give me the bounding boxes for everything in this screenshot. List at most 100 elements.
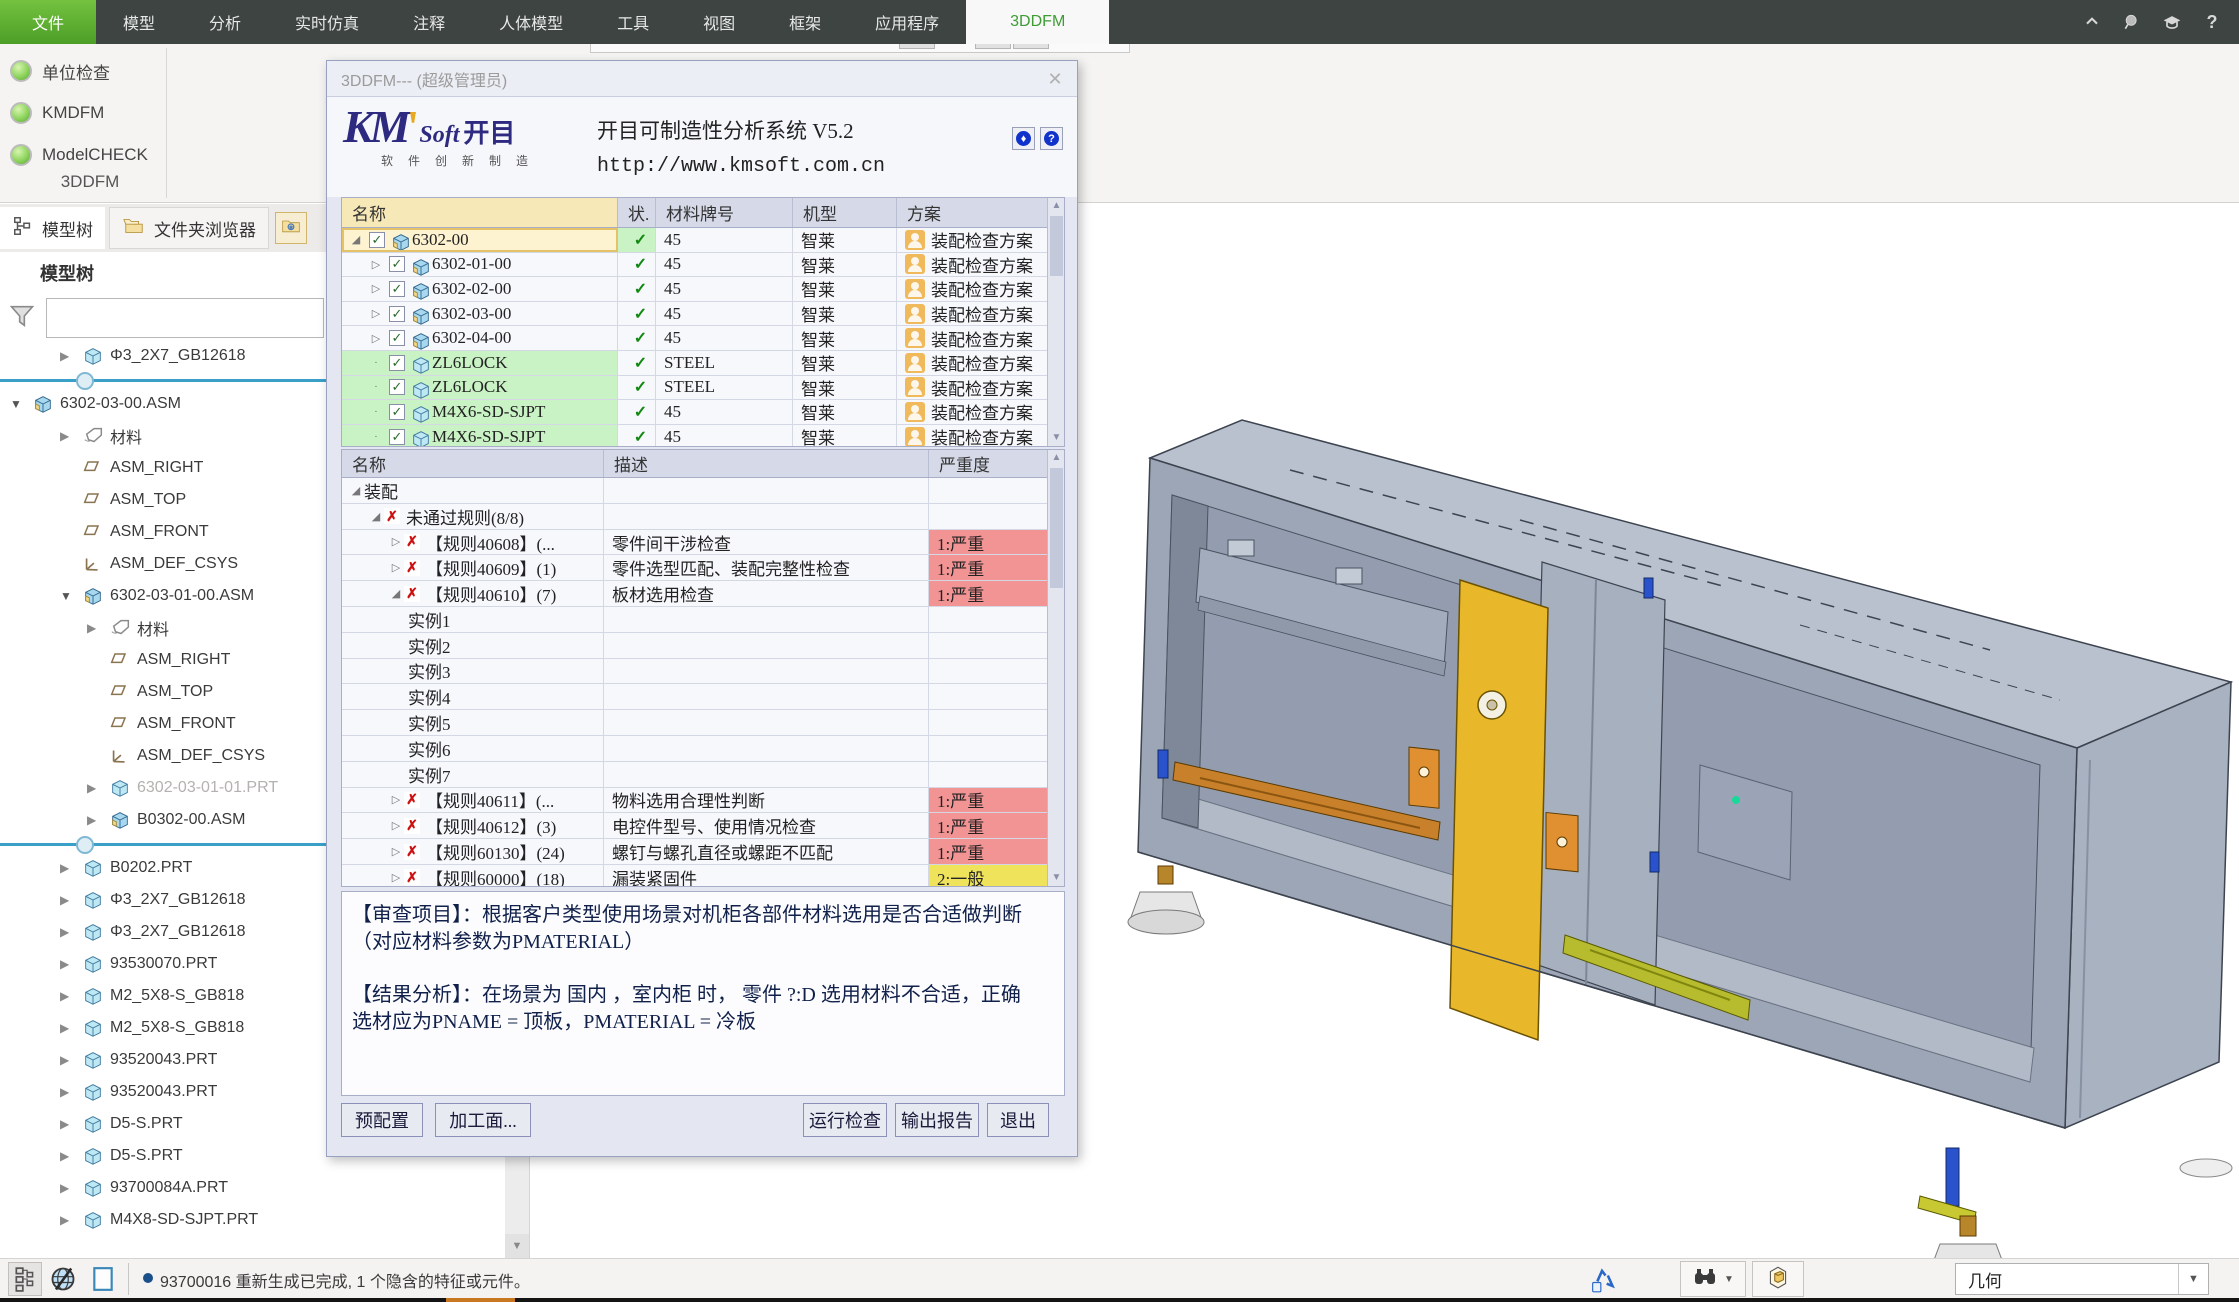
collapse-icon[interactable]: ▼ xyxy=(60,589,72,603)
menu-item-分析[interactable]: 分析 xyxy=(182,0,268,44)
checkbox[interactable]: ✓ xyxy=(389,281,405,297)
scroll-up-icon[interactable]: ▲ xyxy=(1048,450,1065,466)
rules-row-【规则40609】(1)[interactable]: ▷✗【规则40609】(1)零件选型匹配、装配完整性检查1:严重 xyxy=(342,555,1064,581)
expand-icon[interactable]: ▶ xyxy=(60,1117,69,1131)
expand-icon[interactable]: ▶ xyxy=(60,1181,69,1195)
dialog-titlebar[interactable]: 3DDFM--- (超级管理员) ✕ xyxy=(327,61,1077,97)
model-tree-toggle-icon[interactable] xyxy=(8,1262,42,1296)
rules-row-实例7[interactable]: 实例7 xyxy=(342,762,1064,788)
parts-row-6302-03-00[interactable]: ▷✓6302-03-00✓45智莱装配检查方案 xyxy=(342,302,1064,327)
checkbox[interactable]: ✓ xyxy=(369,232,385,248)
menu-item-模型[interactable]: 模型 xyxy=(96,0,182,44)
rules-row-实例1[interactable]: 实例1 xyxy=(342,607,1064,633)
scroll-down-icon[interactable]: ▼ xyxy=(1048,870,1065,886)
expand-icon[interactable]: ▶ xyxy=(87,813,96,827)
leaf-icon[interactable]: · xyxy=(368,381,384,393)
menu-item-文件[interactable]: 文件 xyxy=(0,0,96,44)
parts-col-机型[interactable]: 机型 xyxy=(793,198,897,227)
component-display-button[interactable] xyxy=(1752,1261,1804,1297)
rules-row-【规则40611】(...[interactable]: ▷✗【规则40611】(...物料选用合理性判断1:严重 xyxy=(342,788,1064,814)
close-icon[interactable]: ✕ xyxy=(1043,67,1067,91)
parts-col-名称[interactable]: 名称 xyxy=(342,198,618,227)
expand-icon[interactable]: ▶ xyxy=(60,429,69,443)
parts-row-M4X6-SD-SJPT[interactable]: ·✓M4X6-SD-SJPT✓45智莱装配检查方案 xyxy=(342,425,1064,447)
scroll-down-icon[interactable]: ▼ xyxy=(505,1234,529,1258)
parts-scrollbar[interactable]: ▲▼ xyxy=(1047,198,1064,446)
expand-icon[interactable]: ▶ xyxy=(60,1149,69,1163)
rules-row-实例4[interactable]: 实例4 xyxy=(342,684,1064,710)
rules-row-未通过规则(8/8)[interactable]: ◢✗未通过规则(8/8) xyxy=(342,504,1064,530)
expand-icon[interactable]: ▶ xyxy=(87,781,96,795)
expand-icon[interactable]: ▶ xyxy=(60,989,69,1003)
tab-folder-browser[interactable]: 文件夹浏览器 xyxy=(109,207,269,249)
rules-row-实例3[interactable]: 实例3 xyxy=(342,659,1064,685)
tree-item-M4X8-SD-SJPT<GB818>.PRT[interactable]: ▶M4X8-SD-SJPT.PRT xyxy=(0,1204,506,1236)
expand-icon[interactable]: ▶ xyxy=(60,957,69,971)
rules-row-实例2[interactable]: 实例2 xyxy=(342,633,1064,659)
rules-row-实例5[interactable]: 实例5 xyxy=(342,710,1064,736)
leaf-icon[interactable]: · xyxy=(368,431,384,443)
selection-filter-select[interactable]: 几何 ▼ xyxy=(1955,1263,2209,1295)
menu-item-3DDFM[interactable]: 3DDFM xyxy=(966,0,1109,44)
rules-scrollbar[interactable]: ▲▼ xyxy=(1047,450,1064,886)
export-report-button[interactable]: 输出报告 xyxy=(895,1103,979,1137)
parts-row-6302-04-00[interactable]: ▷✓6302-04-00✓45智莱装配检查方案 xyxy=(342,326,1064,351)
dialog-help-button[interactable]: ? xyxy=(1040,127,1063,150)
scroll-up-icon[interactable]: ▲ xyxy=(1048,198,1065,214)
tree-filter-input[interactable] xyxy=(46,298,324,338)
alert-button[interactable]: ♦ xyxy=(1012,127,1035,150)
collapsed-icon[interactable]: ▷ xyxy=(388,871,404,884)
checkbox[interactable]: ✓ xyxy=(389,306,405,322)
rules-row-【规则40608】(...[interactable]: ▷✗【规则40608】(...零件间干涉检查1:严重 xyxy=(342,530,1064,556)
favorites-folder-button[interactable] xyxy=(275,212,307,244)
collapsed-icon[interactable]: ▷ xyxy=(388,819,404,832)
menu-item-视图[interactable]: 视图 xyxy=(676,0,762,44)
leaf-icon[interactable]: · xyxy=(368,357,384,369)
learning-center-icon[interactable] xyxy=(2161,11,2183,33)
parts-col-状.[interactable]: 状. xyxy=(618,198,656,227)
plan-cell[interactable]: 装配检查方案 xyxy=(897,228,1049,252)
rules-col-名称[interactable]: 名称 xyxy=(342,450,604,477)
rules-row-【规则40612】(3)[interactable]: ▷✗【规则40612】(3)电控件型号、使用情况检查1:严重 xyxy=(342,813,1064,839)
find-button[interactable]: ▼ xyxy=(1680,1261,1746,1297)
filter-icon[interactable] xyxy=(8,301,36,336)
parts-col-材料牌号[interactable]: 材料牌号 xyxy=(656,198,793,227)
command-search-icon[interactable] xyxy=(2121,11,2143,33)
plan-cell[interactable]: 装配检查方案 xyxy=(897,351,1049,375)
find-dropdown-icon[interactable]: ▼ xyxy=(1724,1274,1734,1285)
web-browser-icon[interactable] xyxy=(46,1262,80,1296)
expand-icon[interactable]: ▶ xyxy=(60,1213,69,1227)
menu-item-注释[interactable]: 注释 xyxy=(386,0,472,44)
checkbox[interactable]: ✓ xyxy=(389,379,405,395)
collapsed-icon[interactable]: ▷ xyxy=(368,307,384,320)
plan-cell[interactable]: 装配检查方案 xyxy=(897,376,1049,400)
menu-item-实时仿真[interactable]: 实时仿真 xyxy=(268,0,386,44)
tree-item-93700084A.PRT[interactable]: ▶93700084A.PRT xyxy=(0,1172,506,1204)
help-icon[interactable]: ? xyxy=(2201,11,2223,33)
machining-face-button[interactable]: 加工面... xyxy=(435,1103,531,1137)
parts-col-方案[interactable]: 方案 xyxy=(897,198,1049,227)
menu-item-工具[interactable]: 工具 xyxy=(590,0,676,44)
dfm-dialog[interactable]: 3DDFM--- (超级管理员) ✕ KM' Soft 开目 软 件 创 新 制… xyxy=(326,60,1078,1157)
parts-row-ZL6LOCK[interactable]: ·✓ZL6LOCK✓STEEL智莱装配检查方案 xyxy=(342,376,1064,401)
plan-cell[interactable]: 装配检查方案 xyxy=(897,425,1049,447)
menu-item-人体模型[interactable]: 人体模型 xyxy=(472,0,590,44)
leaf-icon[interactable]: · xyxy=(368,406,384,418)
preconfig-button[interactable]: 预配置 xyxy=(341,1103,423,1137)
quick-button-KMDFM[interactable]: KMDFM xyxy=(10,98,104,128)
blank-page-icon[interactable] xyxy=(86,1262,120,1296)
plan-cell[interactable]: 装配检查方案 xyxy=(897,326,1049,350)
quick-button-ModelCHECK[interactable]: ModelCHECK xyxy=(10,140,148,170)
plan-cell[interactable]: 装配检查方案 xyxy=(897,400,1049,424)
parts-row-6302-00[interactable]: ◢✓6302-00✓45智莱装配检查方案 xyxy=(342,228,1064,253)
expand-icon[interactable]: ▶ xyxy=(60,893,69,907)
expanded-icon[interactable]: ◢ xyxy=(348,484,364,497)
expand-icon[interactable]: ▶ xyxy=(60,1085,69,1099)
collapsed-icon[interactable]: ▷ xyxy=(388,793,404,806)
rules-col-描述[interactable]: 描述 xyxy=(604,450,929,477)
parts-row-6302-01-00[interactable]: ▷✓6302-01-00✓45智莱装配检查方案 xyxy=(342,253,1064,278)
expand-icon[interactable]: ▶ xyxy=(60,861,69,875)
checkbox[interactable]: ✓ xyxy=(389,429,405,445)
expand-icon[interactable]: ▶ xyxy=(87,621,96,635)
plan-cell[interactable]: 装配检查方案 xyxy=(897,277,1049,301)
